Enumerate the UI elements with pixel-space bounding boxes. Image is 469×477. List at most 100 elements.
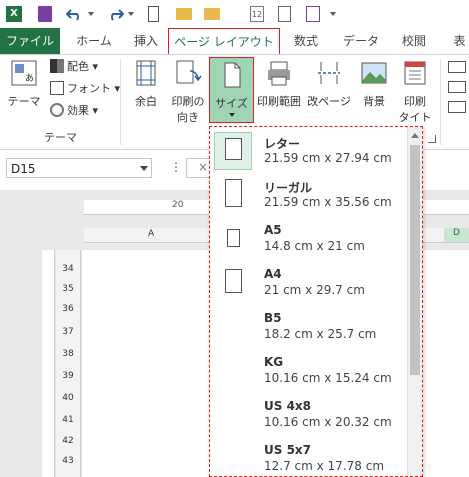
page-setup-launcher-icon[interactable] — [428, 135, 436, 143]
open-folder-icon[interactable] — [176, 8, 192, 20]
size-option-us-5x7[interactable]: US 5x7 12.7 cm x 17.78 cm — [210, 437, 406, 476]
page-size-icon — [224, 62, 240, 88]
scale-percent-icon[interactable] — [448, 101, 466, 113]
tab-insert[interactable]: 挿入 — [126, 28, 166, 54]
redo-dropdown-icon[interactable] — [128, 12, 134, 16]
size-option-a4[interactable]: A4 21 cm x 29.7 cm — [210, 261, 406, 305]
size-option-us-4x8[interactable]: US 4x8 10.16 cm x 20.32 cm — [210, 393, 406, 437]
breaks-button[interactable]: 改ページ — [304, 59, 354, 109]
column-d-header[interactable]: D — [444, 228, 469, 242]
print-area-button[interactable]: 印刷範囲 — [254, 59, 304, 109]
vertical-ruler — [42, 250, 55, 477]
effects-button[interactable]: 効果 ▾ — [50, 101, 98, 121]
undo-dropdown-icon[interactable] — [88, 12, 94, 16]
spelling-icon[interactable] — [306, 6, 320, 22]
page-legal-icon — [225, 179, 242, 207]
undo-icon[interactable] — [66, 6, 84, 22]
page-letter-icon — [225, 138, 242, 160]
row-number[interactable]: 43 — [56, 456, 80, 466]
new-document-icon[interactable] — [148, 6, 159, 22]
tab-data[interactable]: データ — [336, 28, 386, 54]
tab-formulas[interactable]: 数式 — [284, 28, 328, 54]
size-option-letter[interactable]: レター 21.59 cm x 27.94 cm — [210, 129, 406, 173]
tab-page-layout[interactable]: ページ レイアウト — [168, 28, 280, 54]
orientation-label-line2: 向き — [177, 111, 199, 124]
margins-label: 余白 — [135, 95, 157, 108]
group-divider — [120, 59, 121, 145]
fonts-icon — [50, 81, 64, 95]
scroll-up-arrow-icon[interactable] — [411, 133, 419, 138]
calendar-icon[interactable]: 12 — [250, 6, 264, 22]
size-option-name: US 4x8 — [264, 399, 312, 413]
size-dropdown-arrow-icon — [228, 113, 235, 117]
size-button[interactable]: サイズ — [209, 57, 254, 123]
group-divider — [440, 59, 441, 145]
orientation-label-line1: 印刷の — [171, 95, 205, 108]
background-label: 背景 — [363, 95, 385, 108]
colors-icon — [50, 59, 64, 73]
background-button[interactable]: 背景 — [354, 59, 394, 109]
ruler-tick-label: 20 — [172, 200, 184, 210]
tab-view[interactable]: 表 — [450, 28, 469, 54]
colors-button[interactable]: 配色 ▾ — [50, 57, 98, 77]
customize-qat-icon[interactable] — [330, 12, 336, 16]
scale-height-icon[interactable] — [448, 81, 466, 93]
size-option-name: A5 — [264, 223, 282, 237]
formula-bar-more-icon[interactable]: ⋮ — [170, 160, 182, 174]
size-option-a5[interactable]: A5 14.8 cm x 21 cm — [210, 217, 406, 261]
row-number[interactable]: 38 — [56, 349, 80, 359]
name-box-dropdown-icon[interactable] — [140, 166, 148, 171]
row-number[interactable]: 37 — [56, 327, 80, 337]
row-number[interactable]: 39 — [56, 371, 80, 381]
tab-home[interactable]: ホーム — [70, 28, 118, 54]
size-option-dims: 18.2 cm x 25.7 cm — [264, 327, 377, 341]
themes-button[interactable]: あ テーマ — [4, 59, 44, 109]
row-number[interactable]: 36 — [56, 304, 80, 314]
scrollbar-thumb[interactable] — [410, 145, 420, 375]
cancel-icon[interactable]: × — [198, 160, 208, 174]
row-number[interactable]: 41 — [56, 415, 80, 425]
theme-group-label: テーマ — [44, 131, 77, 144]
size-option-kg[interactable]: KG 10.16 cm x 15.24 cm — [210, 349, 406, 393]
effects-icon — [50, 103, 64, 117]
column-a-header[interactable]: A — [148, 229, 154, 239]
size-option-name: US 5x7 — [264, 443, 312, 457]
orientation-button[interactable]: 印刷の 向き — [166, 59, 210, 125]
size-label: サイズ — [215, 97, 248, 110]
size-option-legal[interactable]: リーガル 21.59 cm x 35.56 cm — [210, 173, 406, 217]
fonts-button[interactable]: フォント ▾ — [50, 79, 120, 99]
page-size-dropdown: レター 21.59 cm x 27.94 cm リーガル 21.59 cm x … — [209, 126, 423, 477]
size-option-name: レター — [264, 137, 301, 151]
background-image-icon — [361, 62, 387, 84]
colors-label: 配色 — [67, 60, 89, 73]
page-a5-icon — [227, 229, 240, 247]
tab-file[interactable]: ファイル — [0, 28, 60, 54]
folder-icon[interactable] — [204, 8, 220, 20]
row-number[interactable]: 42 — [56, 436, 80, 446]
themes-label: テーマ — [7, 95, 41, 108]
size-option-dims: 10.16 cm x 20.32 cm — [264, 415, 392, 429]
size-option-dims: 21 cm x 29.7 cm — [264, 283, 365, 297]
row-header: 34 35 36 37 38 39 40 41 42 43 — [56, 250, 81, 477]
row-number[interactable]: 34 — [56, 264, 80, 274]
dropdown-scrollbar[interactable] — [407, 127, 422, 476]
redo-icon[interactable] — [106, 6, 124, 22]
scale-width-icon[interactable] — [448, 61, 466, 73]
save-icon[interactable] — [38, 6, 52, 22]
page-a4-icon — [225, 269, 242, 293]
row-number[interactable]: 40 — [56, 393, 80, 403]
name-box[interactable]: D15 — [6, 158, 152, 178]
size-option-name: KG — [264, 355, 284, 369]
ribbon-tab-bar: ファイル ホーム 挿入 ページ レイアウト 数式 データ 校閲 表 — [0, 28, 469, 55]
margins-button[interactable]: 余白 — [126, 59, 166, 109]
print-titles-label-line1: 印刷 — [404, 95, 426, 108]
print-preview-icon[interactable] — [278, 6, 291, 22]
size-option-b5[interactable]: B5 18.2 cm x 25.7 cm — [210, 305, 406, 349]
row-number[interactable]: 35 — [56, 284, 80, 294]
print-titles-icon — [404, 61, 426, 85]
page-break-icon — [318, 62, 340, 84]
print-area-label: 印刷範囲 — [257, 95, 301, 108]
size-option-dims: 14.8 cm x 21 cm — [264, 239, 365, 253]
size-option-dims: 10.16 cm x 15.24 cm — [264, 371, 392, 385]
tab-review[interactable]: 校閲 — [394, 28, 434, 54]
